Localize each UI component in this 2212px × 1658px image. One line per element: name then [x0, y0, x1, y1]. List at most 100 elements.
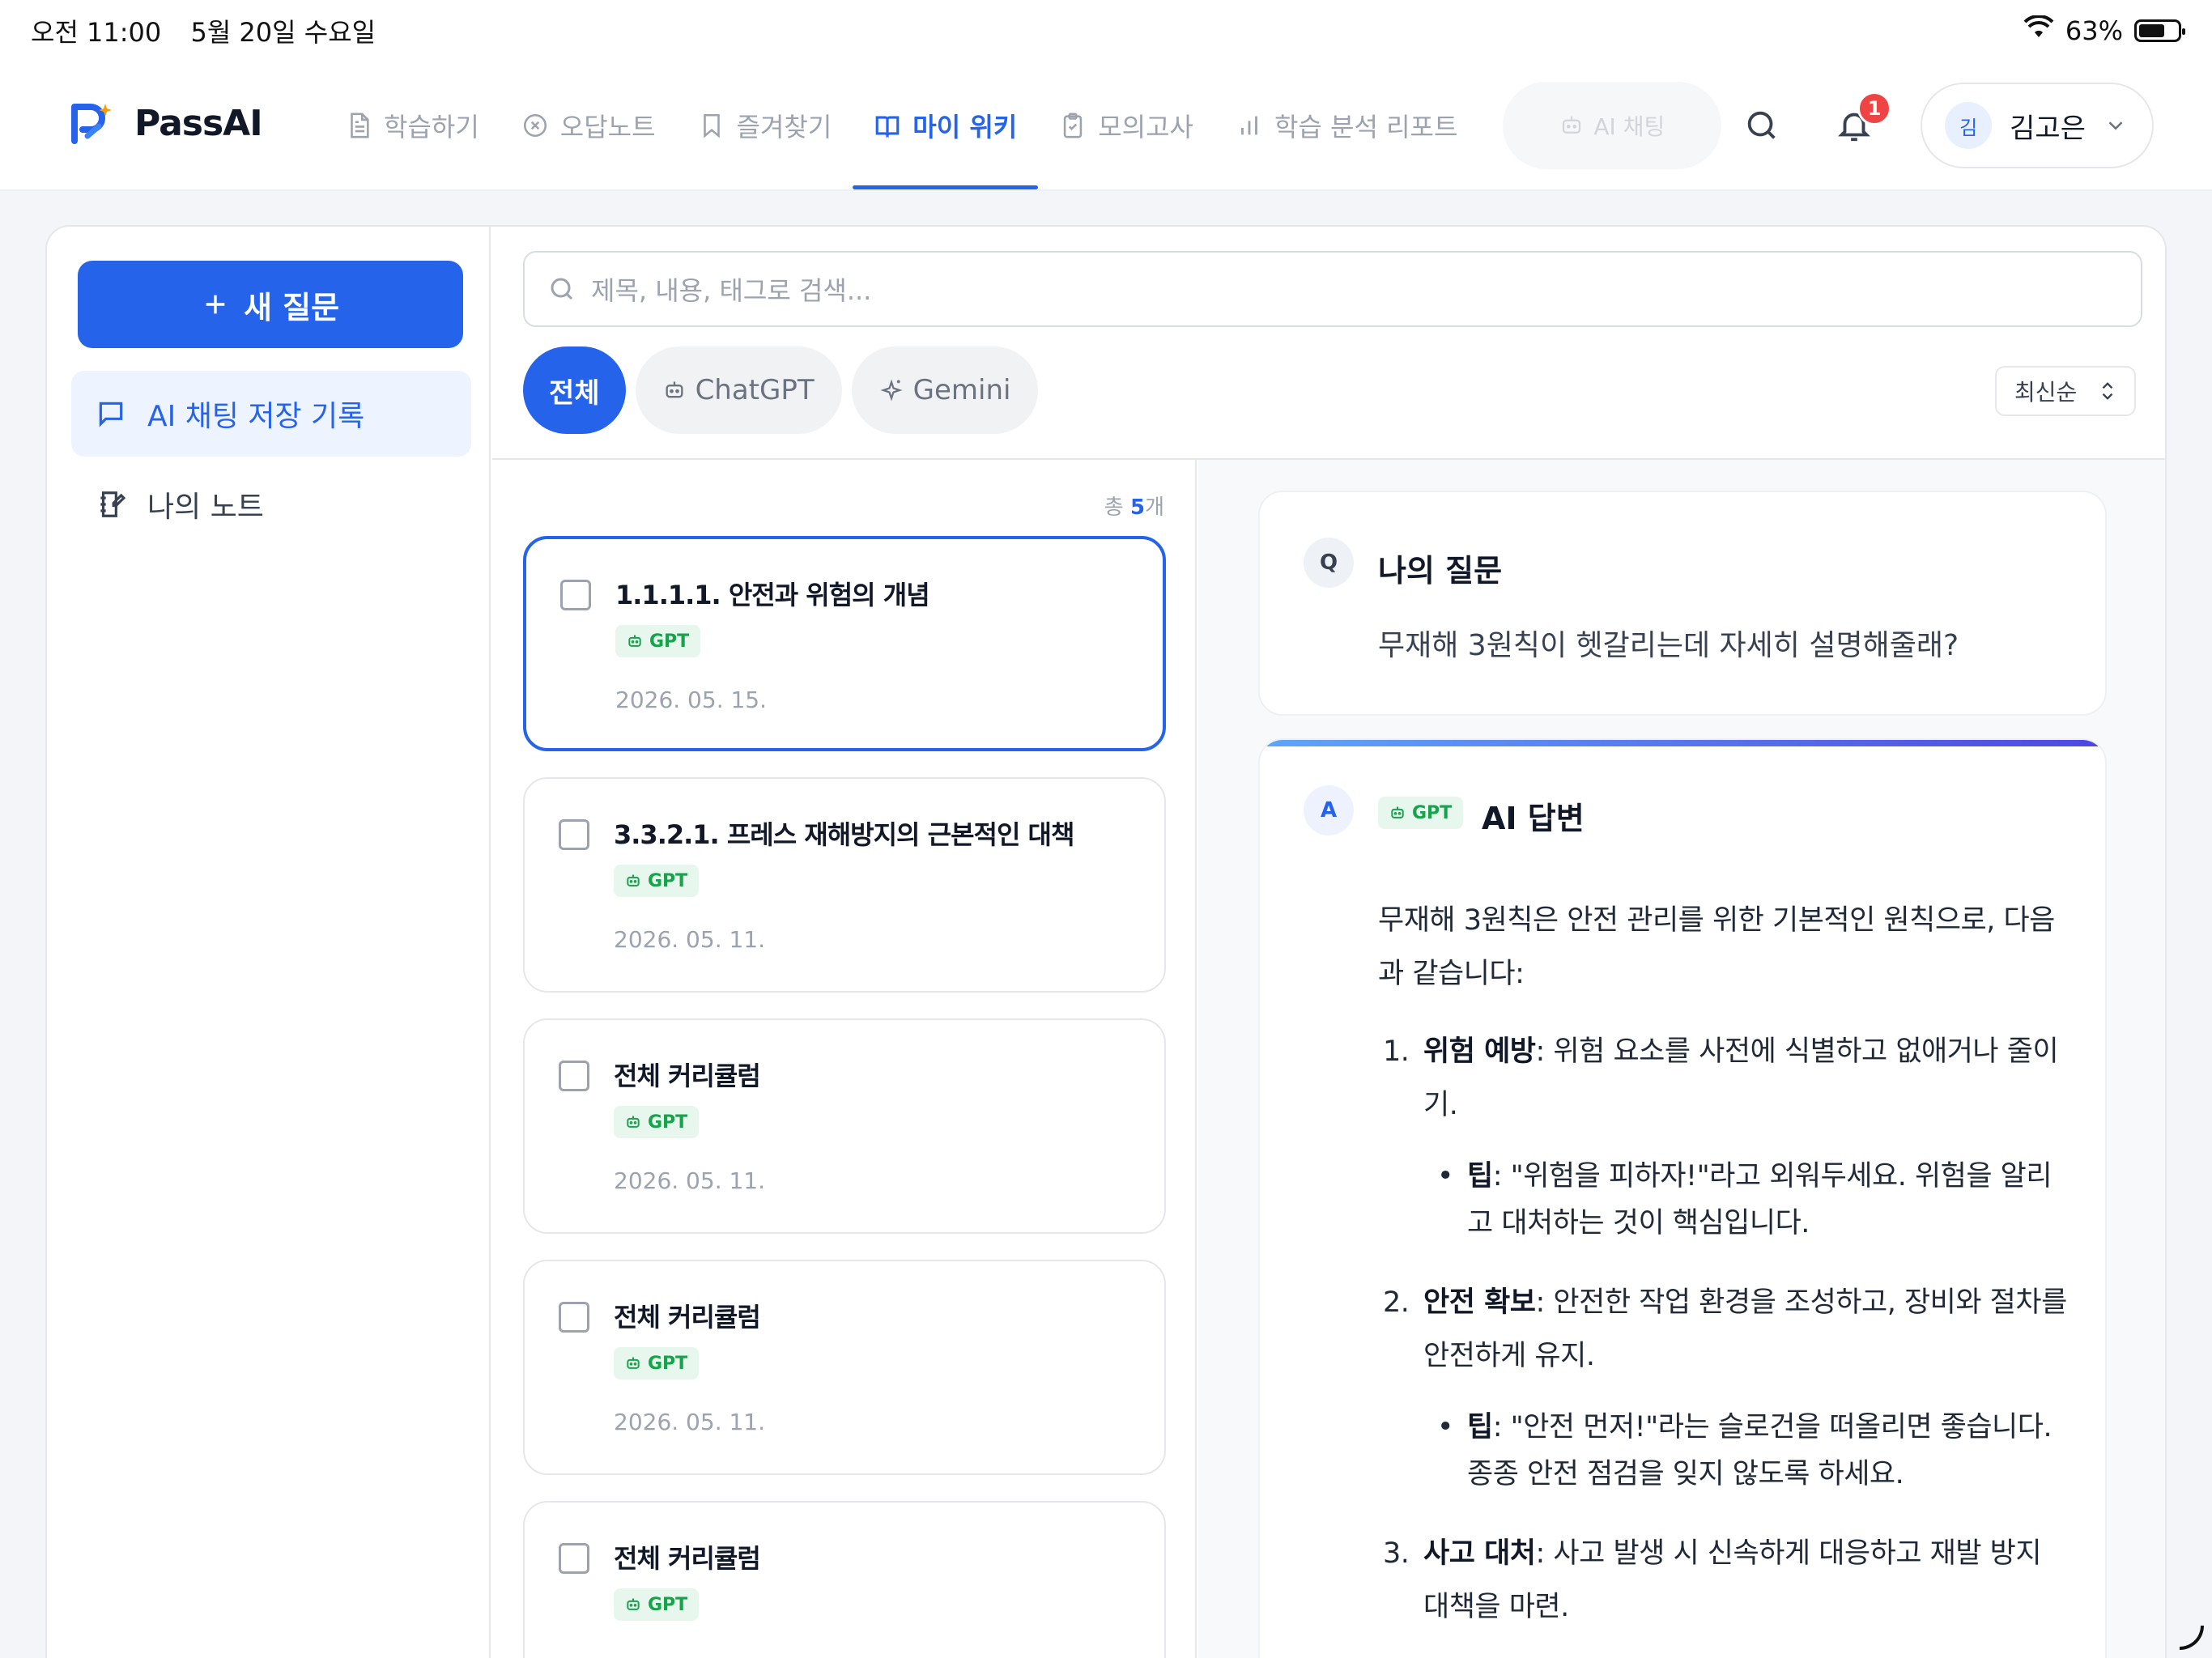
item-checkbox[interactable] — [559, 1302, 589, 1333]
nav-wrong-notes[interactable]: 오답노트 — [500, 62, 677, 189]
robot-icon — [1391, 806, 1404, 818]
answer-intro: 무재해 3원칙은 안전 관리를 위한 기본적인 원칙으로, 다음과 같습니다: — [1378, 904, 2055, 990]
tag-label: GPT — [648, 1594, 688, 1615]
nav-study-label: 학습하기 — [384, 112, 479, 142]
filter-gemini[interactable]: Gemini — [851, 346, 1039, 434]
logo[interactable]: PassAI — [68, 100, 263, 146]
item-title: 전체 커리큘럼 — [614, 1543, 761, 1574]
bar-chart-icon — [1241, 116, 1257, 135]
tip-label: 팁 — [1467, 1160, 1493, 1192]
answer-list-item: 3. 사고 대처: 사고 발생 시 신속하게 대응하고 재발 방지 대책을 마련… — [1378, 1527, 2074, 1634]
item-term: 안전 확보 — [1423, 1286, 1536, 1319]
item-checkbox[interactable] — [559, 1061, 589, 1091]
list-item[interactable]: 전체 커리큘럼 GPT 2026. 05. 11. — [523, 1018, 1166, 1234]
search-icon — [551, 278, 573, 300]
item-checkbox[interactable] — [559, 819, 589, 850]
sort-value: 최신순 — [2014, 379, 2078, 406]
document-icon — [351, 113, 369, 138]
brand-name: PassAI — [134, 102, 263, 144]
item-date: 2026. 05. 11. — [614, 1167, 766, 1194]
item-term: 사고 대처 — [1423, 1537, 1536, 1570]
question-title: 나의 질문 — [1378, 553, 1503, 589]
robot-icon — [627, 1598, 640, 1610]
notification-button[interactable]: 1 — [1828, 91, 1892, 151]
gpt-tag: GPT — [614, 865, 700, 897]
answer-body: 무재해 3원칙은 안전 관리를 위한 기본적인 원칙으로, 다음과 같습니다: … — [1378, 894, 2074, 1655]
total-count: 총 5개 — [1104, 491, 1164, 521]
tag-label: GPT — [648, 1353, 688, 1374]
search-icon — [1747, 111, 1776, 139]
item-number: 1. — [1383, 1035, 1410, 1068]
robot-icon — [628, 635, 641, 647]
question-card: Q 나의 질문 무재해 3원칙이 헷갈리는데 자세히 설명해줄래? — [1258, 491, 2107, 716]
item-title: 3.3.2.1. 프레스 재해방지의 근본적인 대책 — [614, 819, 1074, 850]
item-date: 2026. 05. 15. — [615, 687, 768, 713]
sidebar-item-my-notes[interactable]: 나의 노트 — [71, 461, 471, 547]
total-number: 5 — [1129, 495, 1146, 520]
battery-percent: 63% — [2065, 15, 2123, 46]
avatar: 김 — [1945, 102, 1993, 149]
sidebar-item-label: 나의 노트 — [147, 491, 264, 524]
gpt-tag: GPT — [614, 1588, 700, 1621]
tag-label: GPT — [649, 631, 690, 652]
sidebar: 새 질문 AI 채팅 저장 기록 나의 노트 — [47, 227, 491, 1658]
robot-icon — [666, 381, 683, 398]
filter-chatgpt[interactable]: ChatGPT — [635, 346, 842, 434]
search-input[interactable]: 제목, 내용, 태그로 검색... — [523, 251, 2142, 327]
nav-mock-exam[interactable]: 모의고사 — [1038, 62, 1214, 189]
nav-report-label: 학습 분석 리포트 — [1274, 112, 1458, 142]
new-question-label: 새 질문 — [243, 289, 340, 325]
sort-select[interactable]: 최신순 — [1995, 366, 2136, 416]
total-suffix: 개 — [1145, 495, 1164, 520]
sidebar-item-label: AI 채팅 저장 기록 — [147, 400, 365, 433]
tip-text: : "안전 먼저!"라는 슬로건을 떠올리면 좋습니다. 종종 안전 점검을 잊… — [1467, 1411, 2052, 1490]
answer-card: A GPT AI 답변 무재해 3원칙은 안전 관리를 위한 기본적인 원칙으로… — [1258, 738, 2107, 1658]
user-menu[interactable]: 김 김고은 — [1921, 83, 2154, 168]
answer-list-item: 1. 위험 예방: 위험 요소를 사전에 식별하고 없애거나 줄이기. — [1378, 1025, 2074, 1132]
question-text: 무재해 3원칙이 헷갈리는데 자세히 설명해줄래? — [1378, 629, 1959, 662]
battery-icon — [2134, 19, 2185, 42]
gpt-tag: GPT — [615, 625, 701, 657]
nav-report[interactable]: 학습 분석 리포트 — [1214, 62, 1478, 189]
sidebar-item-ai-chat-history[interactable]: AI 채팅 저장 기록 — [71, 371, 471, 457]
status-date: 5월 20일 수요일 — [190, 17, 376, 48]
tag-label: GPT — [1412, 802, 1453, 823]
notification-badge: 1 — [1857, 91, 1892, 125]
tip-label: 팁 — [1467, 1411, 1493, 1443]
answer-list-item: 2. 안전 확보: 안전한 작업 환경을 조성하고, 장비와 절차를 안전하게 … — [1378, 1276, 2074, 1383]
nav-right: 1 김 김고은 — [1736, 83, 2154, 168]
list-item[interactable]: 3.3.2.1. 프레스 재해방지의 근본적인 대책 GPT 2026. 05.… — [523, 777, 1166, 993]
robot-icon — [627, 874, 640, 886]
filter-all[interactable]: 전체 — [523, 346, 626, 434]
list-item[interactable]: 전체 커리큘럼 GPT 2026. 05. 11. — [523, 1260, 1166, 1475]
status-left: 오전 11:00 5월 20일 수요일 — [31, 12, 397, 49]
chevron-down-icon — [2108, 121, 2123, 130]
item-date: 2026. 05. 11. — [614, 926, 766, 953]
item-checkbox[interactable] — [560, 580, 591, 610]
loading-indicator-icon — [2180, 1626, 2204, 1650]
item-title: 1.1.1.1. 안전과 위험의 개념 — [615, 580, 930, 610]
list-item[interactable]: 전체 커리큘럼 GPT — [523, 1501, 1166, 1658]
sparkle-icon — [880, 379, 903, 402]
filter-tabs: 전체 ChatGPT Gemini — [523, 346, 1039, 434]
gpt-tag: GPT — [1378, 797, 1464, 829]
list-item[interactable]: 1.1.1.1. 안전과 위험의 개념 GPT 2026. 05. 15. — [523, 536, 1166, 751]
nav-my-wiki[interactable]: 마이 위키 — [853, 62, 1039, 189]
item-number: 2. — [1383, 1286, 1410, 1319]
nav-study[interactable]: 학습하기 — [324, 62, 500, 189]
nav-mock-exam-label: 모의고사 — [1098, 112, 1193, 142]
answer-title: AI 답변 — [1482, 801, 1585, 836]
plus-icon — [206, 295, 225, 314]
answer-accent-bar — [1260, 740, 2105, 746]
new-question-button[interactable]: 새 질문 — [78, 261, 463, 348]
top-nav: PassAI 학습하기 오답노트 즐겨찾기 마이 위키 모의고사 학습 분석 리… — [0, 62, 2212, 191]
question-badge: Q — [1304, 538, 1354, 588]
content-area: 제목, 내용, 태그로 검색... 전체 ChatGPT Gemini 최신순 … — [492, 227, 2165, 1658]
item-checkbox[interactable] — [559, 1543, 589, 1574]
nav-bookmarks[interactable]: 즐겨찾기 — [677, 62, 853, 189]
robot-icon — [1563, 116, 1581, 134]
search-button[interactable] — [1736, 100, 1788, 151]
chevron-up-down-icon — [2102, 382, 2113, 400]
filter-gemini-label: Gemini — [912, 374, 1011, 406]
nav-ai-chat-button[interactable]: AI 채팅 — [1503, 82, 1722, 169]
